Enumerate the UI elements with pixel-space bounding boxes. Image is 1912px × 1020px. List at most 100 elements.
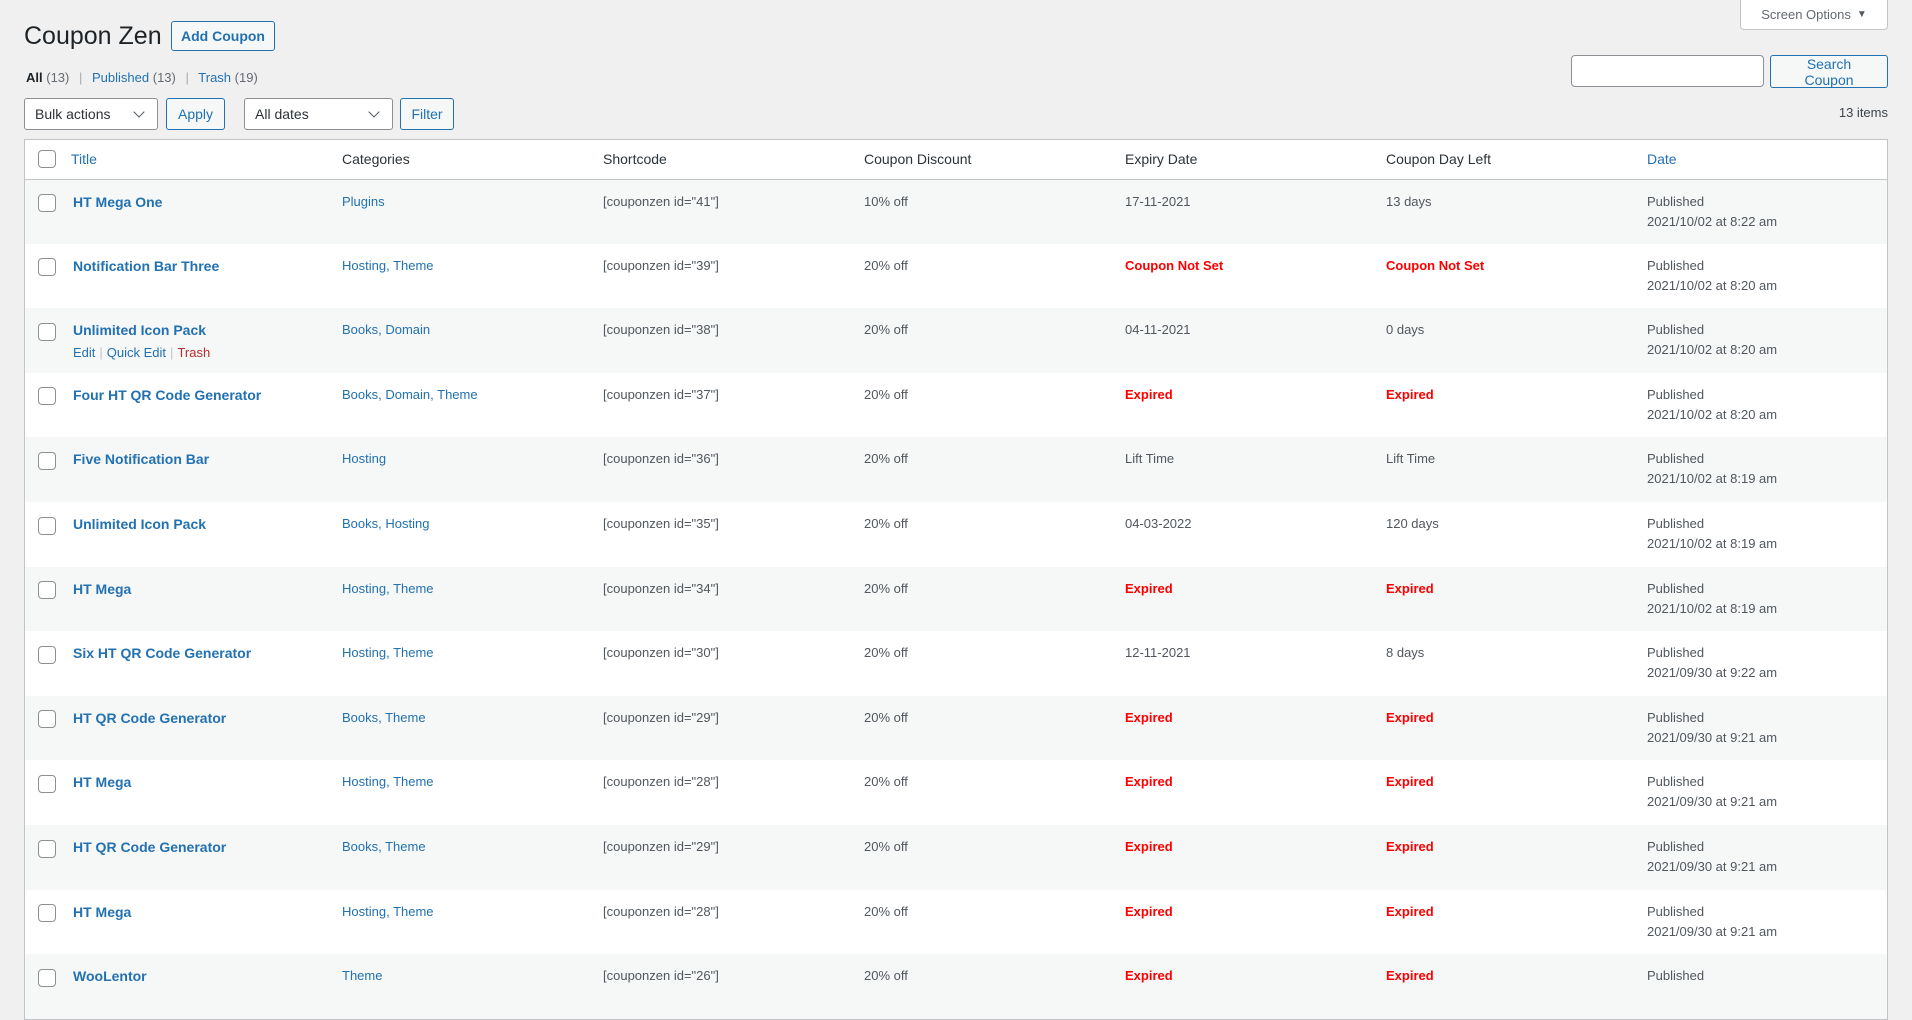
title-cell: Notification Bar Three xyxy=(71,244,332,309)
coupon-title-link[interactable]: Six HT QR Code Generator xyxy=(73,645,251,661)
discount-cell: 20% off xyxy=(864,645,908,661)
coupon-title-link[interactable]: HT Mega xyxy=(73,904,131,920)
days-left-cell: Expired xyxy=(1386,709,1434,725)
items-count: 13 items xyxy=(1838,105,1888,120)
category-link[interactable]: Plugins xyxy=(342,194,385,209)
coupon-title-link[interactable]: HT Mega xyxy=(73,581,131,597)
row-checkbox-cell xyxy=(25,502,71,567)
category-link[interactable]: Books, Domain, Theme xyxy=(342,387,478,402)
expiry-cell: 17-11-2021 xyxy=(1125,193,1191,209)
add-coupon-button[interactable]: Add Coupon xyxy=(171,21,275,51)
coupon-title-link[interactable]: Five Notification Bar xyxy=(73,451,209,467)
post-status: Published xyxy=(1647,580,1705,596)
title-cell: Six HT QR Code Generator xyxy=(71,631,332,696)
row-checkbox[interactable] xyxy=(38,968,56,987)
row-checkbox-cell xyxy=(25,760,71,825)
row-checkbox[interactable] xyxy=(38,516,56,535)
category-link[interactable]: Hosting, Theme xyxy=(342,645,434,660)
coupon-title-link[interactable]: Unlimited Icon Pack xyxy=(73,322,206,338)
bulk-actions-select[interactable]: Bulk actions xyxy=(24,98,158,130)
category-link[interactable]: Hosting, Theme xyxy=(342,774,434,789)
category-link[interactable]: Books, Theme xyxy=(342,839,426,854)
dates-select[interactable]: All dates xyxy=(244,98,393,130)
view-filters: All (13) | Published (13) | Trash (19) xyxy=(26,70,258,85)
search-input[interactable] xyxy=(1571,55,1764,87)
days-left-cell: 8 days xyxy=(1386,645,1425,661)
view-trash-count: (19) xyxy=(234,70,258,85)
column-date[interactable]: Date xyxy=(1637,140,1887,180)
category-link[interactable]: Theme xyxy=(342,968,382,983)
column-title[interactable]: Title xyxy=(71,140,332,180)
title-cell: HT Mega xyxy=(71,760,332,825)
separator: | xyxy=(170,345,174,361)
discount-cell: 20% off xyxy=(864,322,908,338)
quick-edit-link[interactable]: Quick Edit xyxy=(107,345,166,360)
category-link[interactable]: Books, Theme xyxy=(342,710,426,725)
coupon-title-link[interactable]: HT Mega One xyxy=(73,194,162,210)
row-checkbox-cell xyxy=(25,890,71,955)
discount-cell: 10% off xyxy=(864,193,908,209)
row-checkbox[interactable] xyxy=(38,904,56,923)
days-left-cell: 120 days xyxy=(1386,515,1439,531)
coupons-table: Title Categories Shortcode Coupon Discou… xyxy=(24,139,1888,1020)
shortcode-cell: [couponzen id="41"] xyxy=(603,193,719,209)
category-link[interactable]: Hosting, Theme xyxy=(342,258,434,273)
view-published[interactable]: Published xyxy=(92,70,149,85)
discount-cell: 20% off xyxy=(864,580,908,596)
post-status: Published xyxy=(1647,322,1705,338)
category-link[interactable]: Hosting, Theme xyxy=(342,581,434,596)
coupon-title-link[interactable]: Four HT QR Code Generator xyxy=(73,387,261,403)
edit-link[interactable]: Edit xyxy=(73,345,95,360)
trash-link[interactable]: Trash xyxy=(177,345,210,360)
search-coupon-button[interactable]: Search Coupon xyxy=(1770,55,1888,88)
view-trash[interactable]: Trash xyxy=(198,70,231,85)
title-cell: Five Notification Bar xyxy=(71,437,332,502)
coupon-title-link[interactable]: Unlimited Icon Pack xyxy=(73,516,206,532)
expiry-cell: Coupon Not Set xyxy=(1125,257,1224,273)
shortcode-cell: [couponzen id="30"] xyxy=(603,645,719,661)
row-checkbox[interactable] xyxy=(38,451,56,470)
row-checkbox[interactable] xyxy=(38,581,56,600)
row-checkbox[interactable] xyxy=(38,322,56,341)
table-row: WooLentor Theme [couponzen id="26"] 20% … xyxy=(25,954,1887,1019)
row-checkbox[interactable] xyxy=(38,387,56,406)
category-link[interactable]: Books, Hosting xyxy=(342,516,429,531)
table-header-row: Title Categories Shortcode Coupon Discou… xyxy=(25,140,1887,180)
title-cell: HT QR Code Generator xyxy=(71,696,332,761)
row-checkbox-cell xyxy=(25,308,71,373)
chevron-down-icon xyxy=(368,106,380,118)
row-checkbox[interactable] xyxy=(38,839,56,858)
date-cell: Published 2021/10/02 at 8:20 am xyxy=(1637,373,1887,438)
coupon-title-link[interactable]: WooLentor xyxy=(73,968,147,984)
days-left-cell: Expired xyxy=(1386,774,1434,790)
date-cell: Published 2021/10/02 at 8:19 am xyxy=(1637,502,1887,567)
post-status: Published xyxy=(1647,386,1705,402)
select-all-checkbox[interactable] xyxy=(38,150,56,169)
view-all[interactable]: All xyxy=(26,70,43,85)
categories-cell: Plugins xyxy=(332,179,593,244)
row-checkbox[interactable] xyxy=(38,645,56,664)
row-checkbox[interactable] xyxy=(38,774,56,793)
expiry-cell: 04-11-2021 xyxy=(1125,322,1191,338)
row-checkbox-cell xyxy=(25,696,71,761)
category-link[interactable]: Hosting xyxy=(342,451,386,466)
row-checkbox[interactable] xyxy=(38,710,56,729)
screen-options-button[interactable]: Screen Options ▼ xyxy=(1740,0,1888,30)
category-link[interactable]: Hosting, Theme xyxy=(342,904,434,919)
row-checkbox[interactable] xyxy=(38,258,56,277)
view-published-count: (13) xyxy=(152,70,176,85)
chevron-down-icon xyxy=(133,106,145,118)
discount-cell: 20% off xyxy=(864,838,908,854)
title-cell: Unlimited Icon Pack Edit | Quick Edit | Tras… xyxy=(71,308,332,373)
expiry-cell: Expired xyxy=(1125,838,1173,854)
apply-button[interactable]: Apply xyxy=(166,98,225,130)
coupon-title-link[interactable]: HT QR Code Generator xyxy=(73,710,226,726)
category-link[interactable]: Books, Domain xyxy=(342,322,430,337)
filter-button[interactable]: Filter xyxy=(400,98,454,130)
coupon-title-link[interactable]: Notification Bar Three xyxy=(73,258,219,274)
coupon-title-link[interactable]: HT Mega xyxy=(73,774,131,790)
coupon-title-link[interactable]: HT QR Code Generator xyxy=(73,839,226,855)
post-status: Published xyxy=(1647,968,1705,984)
row-checkbox[interactable] xyxy=(38,194,56,213)
expiry-cell: Expired xyxy=(1125,968,1173,984)
